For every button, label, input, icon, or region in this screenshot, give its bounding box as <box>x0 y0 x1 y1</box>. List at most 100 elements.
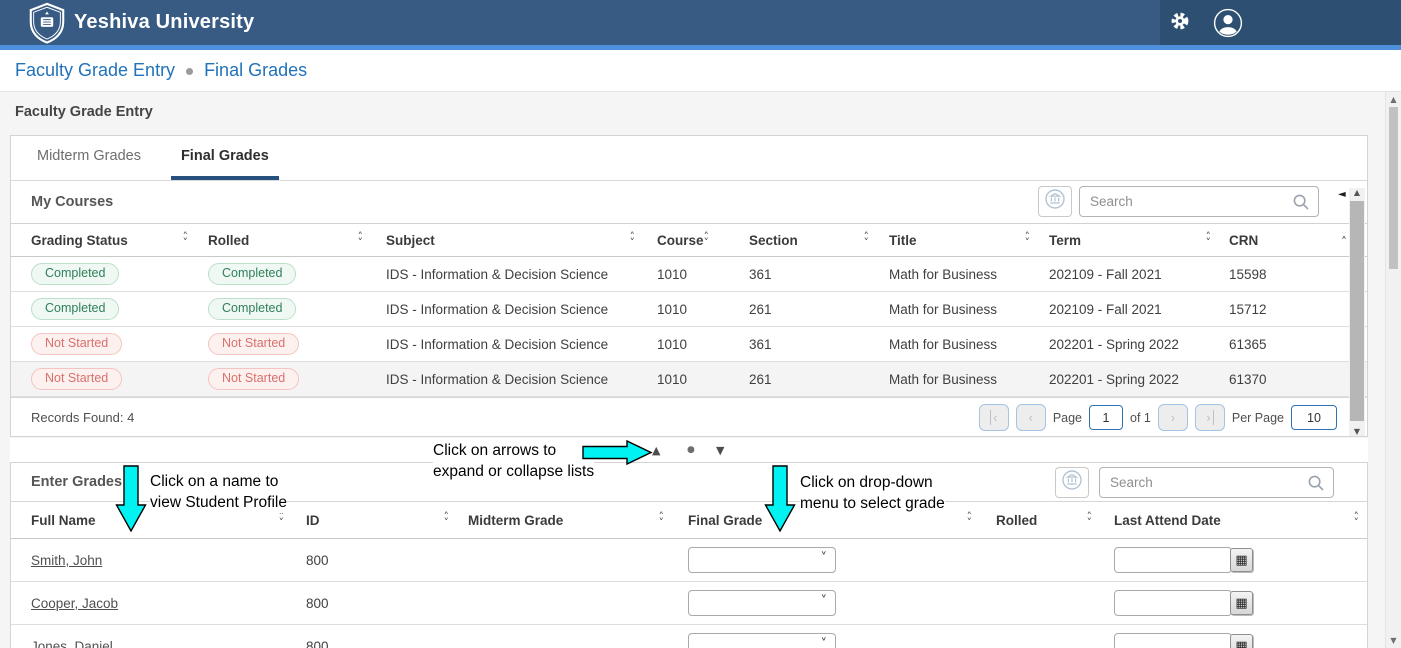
next-page-button[interactable]: › <box>1158 404 1188 431</box>
annotation-expand-collapse-tip: Click on arrows to expand or collapse li… <box>433 440 594 482</box>
last-page-button[interactable]: › <box>1195 404 1225 431</box>
subject-cell: IDS - Information & Decision Science <box>386 337 608 352</box>
course-row[interactable]: Not Started Not Started IDS - Informatio… <box>11 362 1367 397</box>
previous-page-button[interactable]: ‹ <box>1016 404 1046 431</box>
student-id-cell: 800 <box>306 553 329 568</box>
last-attend-date-input[interactable] <box>1114 547 1232 573</box>
sort-last-attend-date-icon[interactable]: ˄˅ <box>1354 514 1360 527</box>
sort-section-icon[interactable]: ˄˅ <box>864 234 870 247</box>
sort-title-icon[interactable]: ˄˅ <box>1025 234 1031 247</box>
gear-icon <box>1168 9 1192 38</box>
student-row: Smith, John 800 ˅ ▦ <box>11 539 1367 582</box>
scrollbar-down-icon[interactable]: ▼ <box>1349 427 1365 436</box>
scrollbar-thumb[interactable] <box>1350 201 1364 421</box>
col-final-grade: Final Grade <box>688 513 762 528</box>
search-icon <box>1292 193 1310 211</box>
col-term: Term <box>1049 233 1081 248</box>
grade-tools-button[interactable] <box>1038 186 1072 217</box>
student-name-link[interactable]: Smith, John <box>31 553 102 568</box>
sort-crn-ascending-icon[interactable]: ˄ <box>1341 235 1347 249</box>
page-number-input[interactable] <box>1089 405 1123 430</box>
bank-icon <box>1061 469 1083 496</box>
page-scroll-down-icon[interactable]: ▼ <box>1386 636 1401 645</box>
title-cell: Math for Business <box>889 337 997 352</box>
enter-grades-title: Enter Grades <box>31 463 122 501</box>
grade-tools-button[interactable] <box>1055 467 1089 498</box>
col-id: ID <box>306 513 320 528</box>
section-cell: 361 <box>749 337 772 352</box>
col-rolled: Rolled <box>208 233 249 248</box>
calendar-button[interactable]: ▦ <box>1230 634 1253 648</box>
term-cell: 202109 - Fall 2021 <box>1049 267 1162 282</box>
course-row[interactable]: Completed Completed IDS - Information & … <box>11 292 1367 327</box>
panel-resize-dot-icon[interactable]: ● <box>687 445 695 455</box>
my-courses-search <box>1079 186 1319 217</box>
subject-cell: IDS - Information & Decision Science <box>386 302 608 317</box>
col-subject: Subject <box>386 233 435 248</box>
sort-grading-status-icon[interactable]: ˄˅ <box>183 234 189 247</box>
scrollbar-up-icon[interactable]: ▲ <box>1349 188 1365 197</box>
header-right-section <box>1160 0 1401 45</box>
course-row[interactable]: Completed Completed IDS - Information & … <box>11 257 1367 292</box>
title-cell: Math for Business <box>889 302 997 317</box>
enter-grades-search-input[interactable] <box>1100 475 1307 490</box>
section-cell: 261 <box>749 302 772 317</box>
sort-full-name-icon[interactable]: ˄˅ <box>279 514 285 527</box>
page-scrollbar-thumb[interactable] <box>1389 107 1398 269</box>
sort-term-icon[interactable]: ˄˅ <box>1206 234 1212 247</box>
rolled-badge: Completed <box>208 263 296 286</box>
title-cell: Math for Business <box>889 267 997 282</box>
calendar-icon: ▦ <box>1235 596 1247 611</box>
student-id-cell: 800 <box>306 596 329 611</box>
last-attend-date-input[interactable] <box>1114 633 1232 648</box>
last-page-icon: › <box>1206 410 1213 425</box>
breadcrumb-parent-link[interactable]: Faculty Grade Entry <box>15 60 175 81</box>
per-page-input[interactable] <box>1291 405 1337 430</box>
last-attend-date-input[interactable] <box>1114 590 1232 616</box>
scroll-left-icon[interactable]: ◄ <box>1338 189 1346 200</box>
term-cell: 202109 - Fall 2021 <box>1049 302 1162 317</box>
course-cell: 1010 <box>657 372 687 387</box>
col-grading-status: Grading Status <box>31 233 128 248</box>
sort-subject-icon[interactable]: ˄˅ <box>630 234 636 247</box>
grading-status-badge: Not Started <box>31 333 122 356</box>
my-courses-header: My Courses <box>11 181 1367 223</box>
my-courses-scrollbar[interactable]: ▲ ▼ <box>1349 188 1365 436</box>
crn-cell: 15598 <box>1229 267 1267 282</box>
chevron-down-icon: ˅ <box>821 637 828 648</box>
university-shield-logo <box>27 2 67 49</box>
final-grade-select[interactable]: ˅ <box>688 590 836 616</box>
sort-rolled-icon[interactable]: ˄˅ <box>358 234 364 247</box>
student-name-link[interactable]: Cooper, Jacob <box>31 596 118 611</box>
enter-grades-search <box>1099 467 1334 498</box>
my-courses-column-headers: Grading Status˄˅ Rolled˄˅ Subject˄˅ Cour… <box>11 223 1367 257</box>
user-profile-button[interactable] <box>1213 8 1243 38</box>
sort-id-icon[interactable]: ˄˅ <box>444 514 450 527</box>
student-name-link[interactable]: Jones, Daniel <box>31 639 113 648</box>
bank-icon <box>1044 188 1066 215</box>
sort-rolled-icon[interactable]: ˄˅ <box>1087 514 1093 527</box>
sort-final-grade-icon[interactable]: ˄˅ <box>967 514 973 527</box>
subject-cell: IDS - Information & Decision Science <box>386 372 608 387</box>
course-row[interactable]: Not Started Not Started IDS - Informatio… <box>11 327 1367 362</box>
my-courses-search-input[interactable] <box>1080 194 1292 209</box>
calendar-button[interactable]: ▦ <box>1230 591 1253 615</box>
tab-final-grades[interactable]: Final Grades <box>171 136 279 180</box>
tab-midterm-grades[interactable]: Midterm Grades <box>31 136 147 180</box>
final-grade-select[interactable]: ˅ <box>688 547 836 573</box>
collapse-list-icon[interactable]: ▼ <box>716 444 724 457</box>
student-row: Cooper, Jacob 800 ˅ ▦ <box>11 582 1367 625</box>
course-cell: 1010 <box>657 267 687 282</box>
my-courses-title: My Courses <box>31 181 113 223</box>
calendar-button[interactable]: ▦ <box>1230 548 1253 572</box>
settings-button[interactable] <box>1165 9 1195 37</box>
crn-cell: 15712 <box>1229 302 1267 317</box>
sort-course-icon[interactable]: ˄˅ <box>704 234 710 247</box>
final-grade-select[interactable]: ˅ <box>688 633 836 648</box>
breadcrumb-separator-dot <box>186 68 193 75</box>
page-scrollbar[interactable]: ▲ ▼ <box>1385 92 1401 648</box>
annotation-student-profile-tip: Click on a name to view Student Profile <box>150 471 287 513</box>
sort-midterm-grade-icon[interactable]: ˄˅ <box>659 514 665 527</box>
first-page-button[interactable]: ‹ <box>979 404 1009 431</box>
page-scroll-up-icon[interactable]: ▲ <box>1386 95 1401 104</box>
